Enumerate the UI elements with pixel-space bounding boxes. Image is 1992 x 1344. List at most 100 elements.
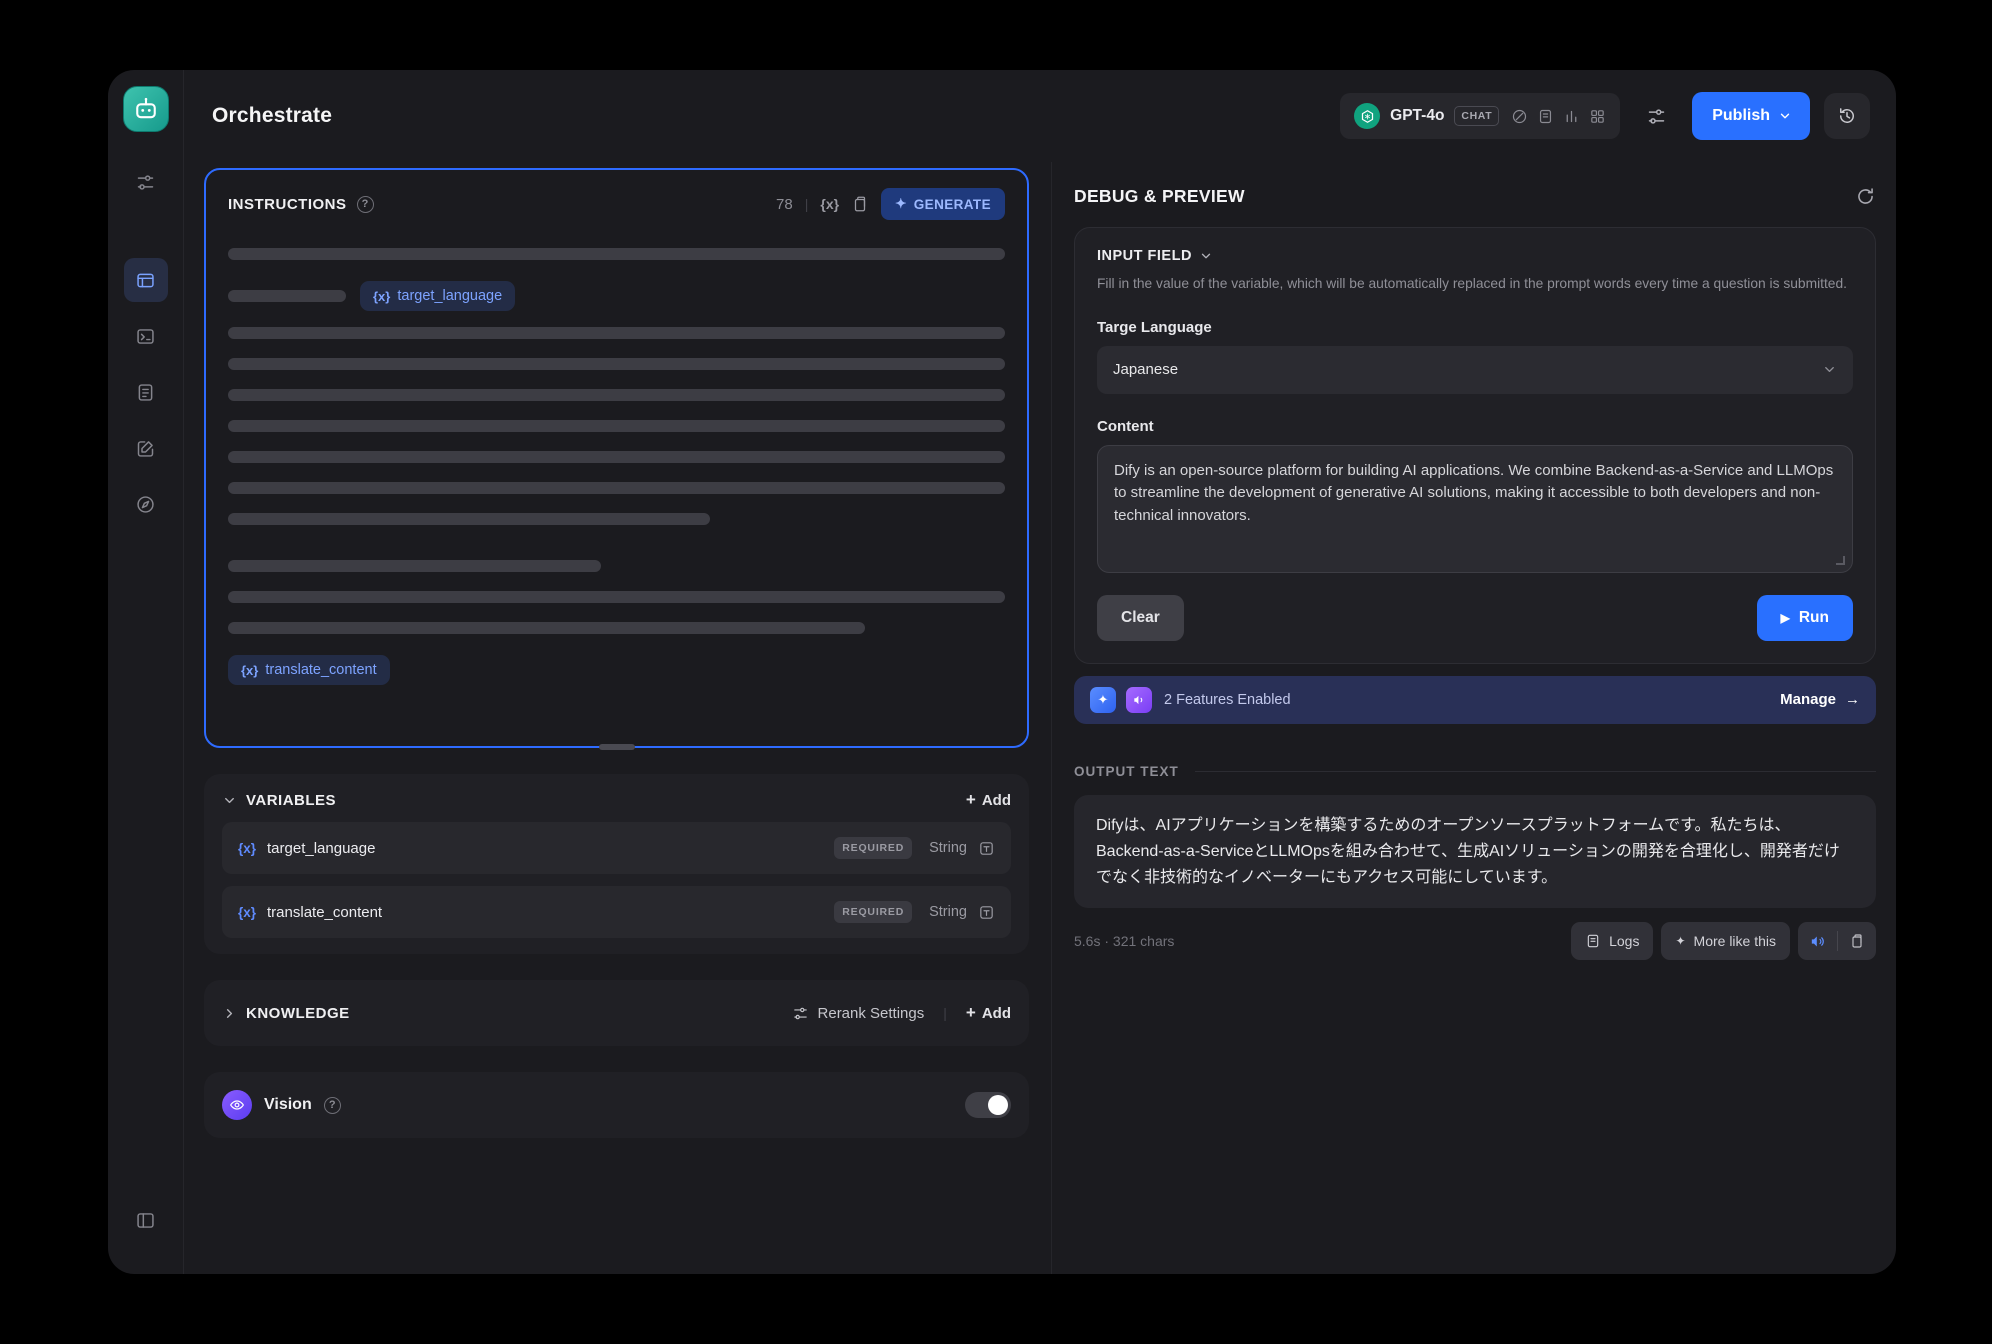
app-window: Orchestrate GPT-4o CHAT xyxy=(108,70,1896,1274)
sidebar-settings-button[interactable] xyxy=(124,160,168,204)
knowledge-title: KNOWLEDGE xyxy=(246,1005,350,1022)
input-field-card: INPUT FIELD Fill in the value of the var… xyxy=(1074,227,1876,664)
vision-toggle[interactable] xyxy=(965,1092,1011,1118)
vision-label: Vision xyxy=(264,1096,312,1114)
sidebar-collapse-button[interactable] xyxy=(124,1198,168,1242)
content-textarea[interactable]: Dify is an open-source platform for buil… xyxy=(1097,445,1853,573)
rerank-sliders-icon xyxy=(792,1005,809,1022)
variable-type: String xyxy=(929,904,967,920)
target-language-select[interactable]: Japanese xyxy=(1097,346,1853,394)
manage-features-button[interactable]: Manage → xyxy=(1780,691,1860,708)
model-mode-badge: CHAT xyxy=(1454,106,1499,126)
model-selector[interactable]: GPT-4o CHAT xyxy=(1340,93,1620,139)
version-history-button[interactable] xyxy=(1824,93,1870,139)
resize-corner-icon[interactable] xyxy=(1836,556,1845,565)
add-label: Add xyxy=(982,792,1011,809)
sliders-icon xyxy=(1646,106,1667,127)
skeleton-line xyxy=(228,420,1005,432)
add-knowledge-button[interactable]: + Add xyxy=(966,1003,1011,1023)
skeleton-line xyxy=(228,591,1005,603)
variable-chip-target-language[interactable]: {x} target_language xyxy=(360,281,515,311)
run-label: Run xyxy=(1799,609,1829,627)
knowledge-section: KNOWLEDGE Rerank Settings | + Add xyxy=(204,980,1029,1046)
string-type-icon xyxy=(978,840,995,857)
add-label: Add xyxy=(982,1005,1011,1022)
clear-button[interactable]: Clear xyxy=(1097,595,1184,641)
run-button[interactable]: ▶ Run xyxy=(1757,595,1853,641)
sidebar-item-orchestrate[interactable] xyxy=(124,258,168,302)
chip-label: translate_content xyxy=(265,662,376,678)
vision-section: Vision ? xyxy=(204,1072,1029,1138)
output-meta: 5.6s · 321 chars xyxy=(1074,933,1174,949)
more-like-this-feature-icon: ✦ xyxy=(1090,687,1116,713)
generate-label: GENERATE xyxy=(914,197,991,212)
history-icon xyxy=(1837,106,1857,126)
output-divider xyxy=(1195,771,1876,772)
params-equalizer-icon[interactable] xyxy=(1563,108,1580,125)
logs-doc-icon xyxy=(1585,933,1601,949)
variable-row-translate-content[interactable]: {x} translate_content REQUIRED String xyxy=(222,886,1011,938)
logs-button[interactable]: Logs xyxy=(1571,922,1653,960)
rerank-label: Rerank Settings xyxy=(818,1005,925,1022)
instructions-help-icon[interactable]: ? xyxy=(357,196,374,213)
output-actions-group xyxy=(1798,922,1876,960)
more-like-this-label: More like this xyxy=(1694,933,1776,949)
instructions-title: INSTRUCTIONS xyxy=(228,196,347,213)
completion-mode-icon[interactable] xyxy=(1511,108,1528,125)
sidebar-item-logs[interactable] xyxy=(124,370,168,414)
insert-variable-icon[interactable]: {x} xyxy=(820,196,839,212)
app-avatar-robot-icon[interactable] xyxy=(123,86,169,132)
orchestrate-pane: INSTRUCTIONS ? 78 | {x} ✦ GENERATE xyxy=(184,162,1052,1274)
topbar: Orchestrate GPT-4o CHAT xyxy=(184,70,1896,162)
restart-conversation-icon[interactable] xyxy=(1855,186,1876,207)
terminal-icon xyxy=(135,326,156,347)
skeleton-line xyxy=(228,358,1005,370)
publish-label: Publish xyxy=(1712,107,1770,125)
arrow-right-icon: → xyxy=(1845,691,1860,708)
variable-row-target-language[interactable]: {x} target_language REQUIRED String xyxy=(222,822,1011,874)
sidebar-item-explore[interactable] xyxy=(124,482,168,526)
play-icon: ▶ xyxy=(1781,611,1790,625)
plugins-grid-icon[interactable] xyxy=(1589,108,1606,125)
copy-output-button[interactable] xyxy=(1838,922,1876,960)
features-bar: ✦ 2 Features Enabled Manage → xyxy=(1074,676,1876,724)
instructions-editor[interactable]: INSTRUCTIONS ? 78 | {x} ✦ GENERATE xyxy=(204,168,1029,748)
publish-button[interactable]: Publish xyxy=(1692,92,1810,140)
divider: | xyxy=(943,1005,947,1021)
target-language-label: Targe Language xyxy=(1097,319,1853,336)
sidebar-item-console[interactable] xyxy=(124,314,168,358)
robot-icon xyxy=(132,95,160,123)
chevron-right-icon[interactable] xyxy=(222,1006,237,1021)
sidebar-item-annotation[interactable] xyxy=(124,426,168,470)
required-badge: REQUIRED xyxy=(834,901,912,923)
skeleton-line xyxy=(228,560,601,572)
char-count: 78 xyxy=(776,196,793,213)
variable-chip-translate-content[interactable]: {x} translate_content xyxy=(228,655,390,685)
instructions-header: INSTRUCTIONS ? 78 | {x} ✦ GENERATE xyxy=(228,188,1005,220)
input-field-collapse[interactable]: INPUT FIELD xyxy=(1097,248,1853,264)
vision-help-icon[interactable]: ? xyxy=(324,1097,341,1114)
copy-prompt-icon[interactable] xyxy=(851,195,869,213)
target-language-value: Japanese xyxy=(1113,361,1178,378)
compass-icon xyxy=(135,494,156,515)
chevron-down-icon[interactable] xyxy=(222,793,237,808)
content-split: INSTRUCTIONS ? 78 | {x} ✦ GENERATE xyxy=(184,162,1896,1274)
variable-glyph-icon: {x} xyxy=(238,905,256,920)
text-to-speech-feature-icon xyxy=(1126,687,1152,713)
resize-drag-handle[interactable] xyxy=(599,744,635,750)
more-like-this-button[interactable]: ✦ More like this xyxy=(1661,922,1790,960)
variable-glyph-icon: {x} xyxy=(238,841,256,856)
document-list-icon xyxy=(135,382,156,403)
generate-button[interactable]: ✦ GENERATE xyxy=(881,188,1005,220)
add-variable-button[interactable]: + Add xyxy=(966,790,1011,810)
speaker-play-button[interactable] xyxy=(1798,922,1837,960)
rerank-settings-button[interactable]: Rerank Settings xyxy=(792,1005,925,1022)
toggle-knob xyxy=(988,1095,1008,1115)
skeleton-line xyxy=(228,290,346,302)
speaker-icon xyxy=(1809,933,1826,950)
context-doc-icon[interactable] xyxy=(1537,108,1554,125)
app-config-button[interactable] xyxy=(1634,94,1678,138)
variable-glyph-icon: {x} xyxy=(373,289,390,304)
skeleton-line xyxy=(228,248,1005,260)
prompt-skeleton: {x} target_language xyxy=(228,248,1005,701)
